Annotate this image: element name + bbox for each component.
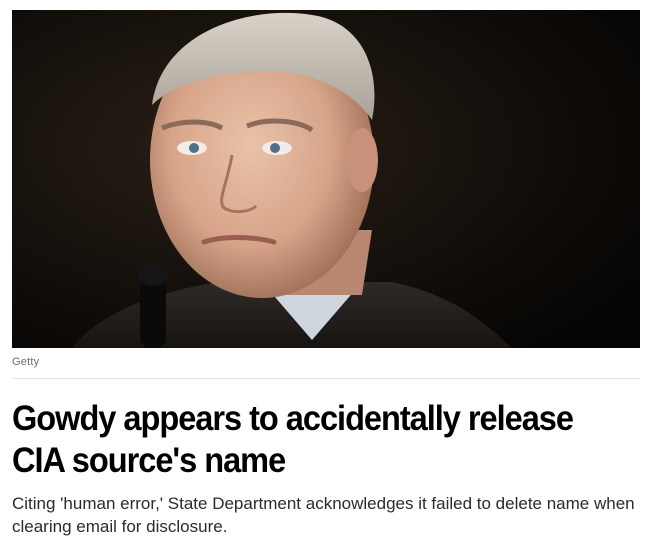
hero-image[interactable] <box>12 10 640 348</box>
photo-credit: Getty <box>12 356 40 368</box>
divider <box>12 378 640 379</box>
hero-photo <box>12 10 640 348</box>
article-dek: Citing 'human error,' State Department a… <box>12 494 635 536</box>
article-card[interactable]: Getty Gowdy appears to accidentally rele… <box>0 0 650 546</box>
article-headline[interactable]: Gowdy appears to accidentally release CI… <box>12 398 596 482</box>
